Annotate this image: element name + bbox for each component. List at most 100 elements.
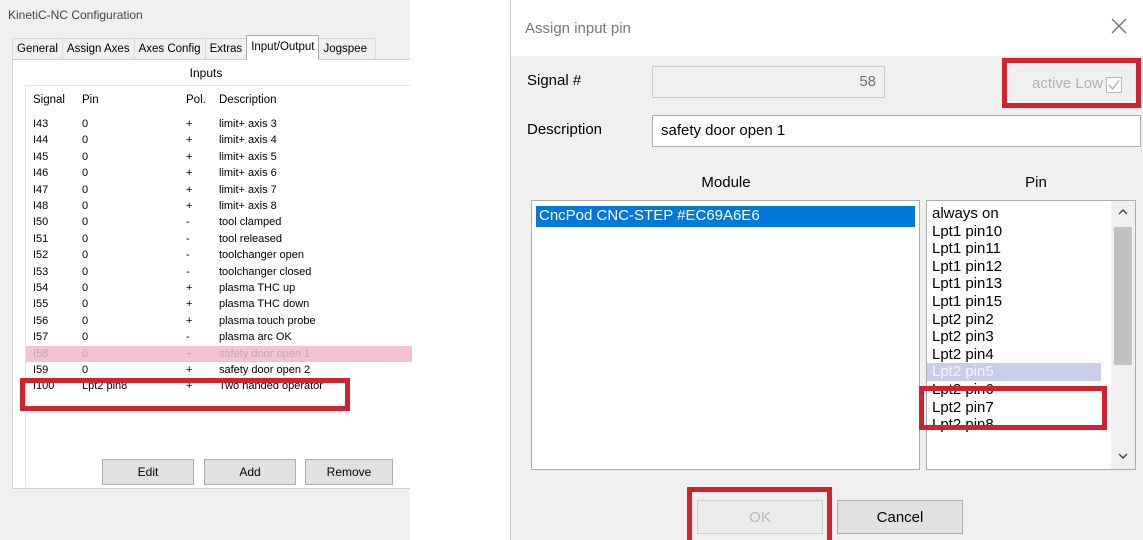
signal-cell: I52 <box>33 249 49 262</box>
tab-jogspeed[interactable]: Jogspee <box>318 38 377 60</box>
description-cell: limit+ axis 8 <box>219 200 277 212</box>
inputs-list[interactable]: Signal Pin Pol. Description I43 0 + limit+ … <box>25 85 412 487</box>
pin-list-item[interactable]: Lpt1 pin12 <box>932 258 1002 276</box>
table-row[interactable]: I45 0 + limit+ axis 5 <box>26 149 412 165</box>
description-field[interactable]: safety door open 1 <box>652 115 1141 147</box>
description-cell: safety door open 2 <box>219 364 311 376</box>
table-row[interactable]: I52 0 - toolchanger open <box>26 247 412 263</box>
table-row[interactable]: I57 0 - plasma arc OK <box>26 329 412 345</box>
tab-general[interactable]: General <box>12 38 63 60</box>
table-row[interactable]: I59 0 + safety door open 2 <box>26 362 412 378</box>
pin-cell: 0 <box>82 134 89 147</box>
description-cell: plasma arc OK <box>219 331 292 344</box>
dialog-title: Assign input pin <box>525 20 631 37</box>
description-cell: limit+ axis 4 <box>219 134 277 147</box>
tab-axes-config[interactable]: Axes Config <box>133 38 206 60</box>
pin-cell: 0 <box>82 249 89 262</box>
pin-list-item[interactable]: Lpt2 pin4 <box>932 346 994 364</box>
scroll-down-icon[interactable] <box>1117 451 1129 461</box>
pin-list-item[interactable]: Lpt1 pin11 <box>932 240 1001 258</box>
signal-cell: I57 <box>33 331 49 344</box>
tab-input-output[interactable]: Input/Output <box>246 35 320 60</box>
signal-cell: I46 <box>33 167 49 180</box>
table-row[interactable]: I51 0 - tool released <box>26 231 412 247</box>
table-row[interactable]: I55 0 + plasma THC down <box>26 296 412 312</box>
polarity-cell: + <box>186 183 193 196</box>
table-row[interactable]: I50 0 - tool clamped <box>26 214 412 230</box>
pin-list-item[interactable]: Lpt1 pin13 <box>932 275 1002 293</box>
cancel-button[interactable]: Cancel <box>837 500 963 534</box>
polarity-cell: + <box>186 347 193 360</box>
highlight-box-selected-pin <box>919 386 1107 430</box>
description-label: Description <box>527 121 603 138</box>
table-row[interactable]: I48 0 + limit+ axis 8 <box>26 198 412 214</box>
pin-list-item[interactable]: Lpt2 pin5 <box>927 363 1101 382</box>
pin-cell: 0 <box>82 364 89 376</box>
pin-cell: 0 <box>82 183 89 196</box>
pin-list-item[interactable]: Lpt1 pin10 <box>932 223 1002 241</box>
signal-cell: I56 <box>33 314 49 327</box>
module-list[interactable]: CncPod CNC-STEP #EC69A6E6 <box>531 200 920 470</box>
table-row[interactable]: I58 0 + safety door open 1 <box>26 345 412 362</box>
pin-list-scrollbar[interactable] <box>1111 201 1135 469</box>
polarity-cell: + <box>186 200 193 212</box>
tab-strip: General Assign Axes Axes Config Extras I… <box>12 35 377 60</box>
pin-list-item[interactable]: always on <box>932 205 999 223</box>
description-cell: plasma touch probe <box>219 314 316 327</box>
table-row[interactable]: I53 0 - toolchanger closed <box>26 264 412 280</box>
highlight-box-selected-row <box>20 378 350 411</box>
description-cell: plasma THC down <box>219 298 310 311</box>
polarity-cell: + <box>186 298 193 311</box>
table-row[interactable]: I43 0 + limit+ axis 3 <box>26 116 412 132</box>
table-row[interactable]: I54 0 + plasma THC up <box>26 280 412 296</box>
description-cell: limit+ axis 7 <box>219 183 277 196</box>
table-row[interactable]: I47 0 + limit+ axis 7 <box>26 182 412 198</box>
polarity-cell: + <box>186 167 193 180</box>
polarity-cell: + <box>186 282 193 294</box>
polarity-cell: - <box>186 216 190 229</box>
table-row[interactable]: I56 0 + plasma touch probe <box>26 313 412 329</box>
description-cell: plasma THC up <box>219 282 296 294</box>
scroll-up-icon[interactable] <box>1117 207 1129 217</box>
description-cell: toolchanger closed <box>219 265 312 278</box>
polarity-cell: - <box>186 249 190 262</box>
polarity-cell: - <box>186 232 190 245</box>
input-output-panel: Inputs Signal Pin Pol. Description I43 0 +… <box>12 59 412 489</box>
add-button[interactable]: Add <box>204 459 296 485</box>
scroll-thumb[interactable] <box>1114 227 1132 365</box>
pin-cell: 0 <box>82 282 89 294</box>
polarity-cell: + <box>186 364 193 376</box>
description-cell: tool released <box>219 232 282 245</box>
pin-cell: 0 <box>82 167 89 180</box>
pin-list-item[interactable]: Lpt2 pin2 <box>932 311 994 329</box>
tab-extras[interactable]: Extras <box>204 38 248 60</box>
description-cell: tool clamped <box>219 216 282 229</box>
tab-assign-axes[interactable]: Assign Axes <box>61 38 135 60</box>
description-cell: toolchanger open <box>219 249 305 262</box>
polarity-cell: - <box>186 331 190 344</box>
column-pin[interactable]: Pin <box>82 94 99 106</box>
signal-cell: I45 <box>33 150 49 163</box>
inputs-title: Inputs <box>189 66 223 80</box>
signal-cell: I43 <box>33 118 49 130</box>
column-signal[interactable]: Signal <box>33 94 65 106</box>
column-description[interactable]: Description <box>219 94 277 106</box>
edit-button[interactable]: Edit <box>102 459 194 485</box>
signal-cell: I54 <box>33 282 49 294</box>
remove-button[interactable]: Remove <box>305 459 393 485</box>
pin-list-item[interactable]: Lpt2 pin3 <box>932 328 994 346</box>
signal-cell: I48 <box>33 200 49 212</box>
pin-list-item[interactable]: Lpt1 pin15 <box>932 293 1002 311</box>
table-row[interactable]: I44 0 + limit+ axis 4 <box>26 132 412 148</box>
module-item[interactable]: CncPod CNC-STEP #EC69A6E6 <box>536 206 915 227</box>
pin-cell: 0 <box>82 347 89 360</box>
dialog-titlebar: Assign input pin <box>511 0 1143 56</box>
pin-cell: 0 <box>82 265 89 278</box>
close-icon[interactable] <box>1107 14 1131 38</box>
signal-cell: I58 <box>33 347 49 360</box>
pin-cell: 0 <box>82 200 89 212</box>
table-row[interactable]: I46 0 + limit+ axis 6 <box>26 165 412 181</box>
signal-cell: I59 <box>33 364 49 376</box>
column-pol[interactable]: Pol. <box>186 94 206 106</box>
pin-cell: 0 <box>82 118 89 130</box>
